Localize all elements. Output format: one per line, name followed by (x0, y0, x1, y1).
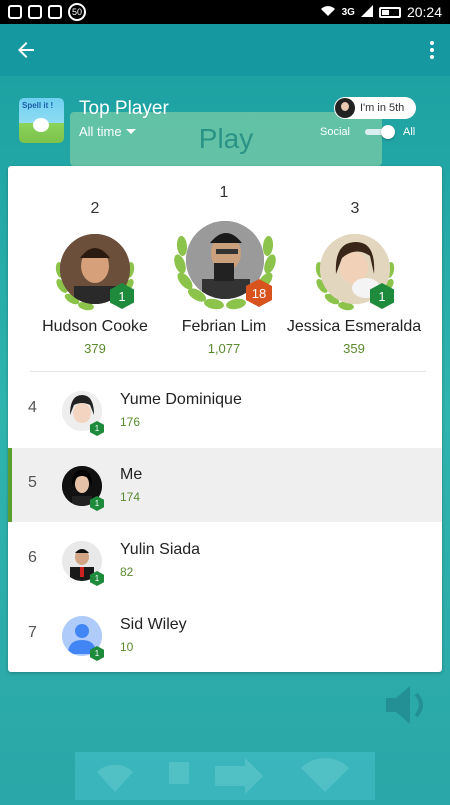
back-arrow-icon[interactable] (14, 38, 38, 62)
wifi-icon (320, 4, 336, 20)
row-name: Sid Wiley (120, 616, 187, 633)
background-connectivity-banner (75, 752, 375, 800)
my-rank-label: I'm in 5th (360, 102, 405, 114)
network-type: 3G (341, 6, 355, 18)
overflow-menu-icon[interactable] (424, 38, 440, 62)
row-score: 174 (120, 490, 141, 504)
toggle-all-label: All (403, 126, 416, 138)
row-rank: 5 (28, 474, 37, 491)
background-play-button: Play (70, 112, 382, 166)
my-rank-chip[interactable]: I'm in 5th (334, 97, 416, 119)
leaderboard-card: 2 1 Hudson Cooke 379 1 18 Febrian Lim 1,… (8, 166, 442, 672)
row-score: 176 (120, 415, 141, 429)
signal-icon (360, 4, 373, 20)
sound-icon (382, 680, 432, 730)
podium-rank-2: 2 (90, 200, 100, 217)
wifi-icon (97, 764, 133, 792)
row-rank: 4 (28, 399, 37, 416)
game-icon-label: Spell it ! (22, 101, 54, 110)
time-period-label: All time (79, 124, 122, 139)
podium-name-3: Jessica Esmeralda (286, 318, 422, 335)
leaderboard-row[interactable]: 6 1 Yulin Siada 82 (8, 523, 442, 597)
game-icon: Spell it ! (19, 98, 64, 143)
row-rank: 6 (28, 549, 37, 566)
shield-notification-icon (48, 5, 62, 19)
page-title: Top Player (79, 98, 169, 119)
row-name: Yulin Siada (120, 541, 201, 558)
row-name: Yume Dominique (120, 391, 242, 408)
leaderboard-row-me[interactable]: 5 1 Me 174 (8, 448, 442, 522)
podium-score-1: 1,077 (207, 341, 241, 356)
battery-icon (378, 6, 401, 18)
podium-score-3: 359 (343, 341, 365, 356)
image-notification-icon (28, 5, 42, 19)
toggle-social-label: Social (320, 126, 350, 138)
social-all-toggle[interactable] (363, 125, 395, 139)
row-name: Me (120, 466, 143, 483)
status-bar: 50 3G 20:24 (0, 0, 450, 24)
row-score: 82 (120, 565, 134, 579)
row-score: 10 (120, 640, 134, 654)
clock: 20:24 (406, 4, 442, 20)
leaderboard-row[interactable]: 7 1 Sid Wiley 10 (8, 598, 442, 672)
podium-rank-3: 3 (350, 200, 360, 217)
my-avatar (335, 98, 355, 118)
battery-saver-badge: 50 (68, 3, 86, 21)
current-user-indicator (8, 448, 12, 522)
app-bar (0, 24, 450, 76)
time-period-dropdown[interactable]: All time (79, 124, 136, 139)
podium-rank-1: 1 (219, 184, 229, 201)
add-notification-icon (8, 5, 22, 19)
row-rank: 7 (28, 624, 37, 641)
podium-score-2: 379 (84, 341, 106, 356)
caret-down-icon (125, 129, 136, 134)
divider (30, 371, 426, 372)
leaderboard-row[interactable]: 4 1 Yume Dominique 176 (8, 373, 442, 447)
